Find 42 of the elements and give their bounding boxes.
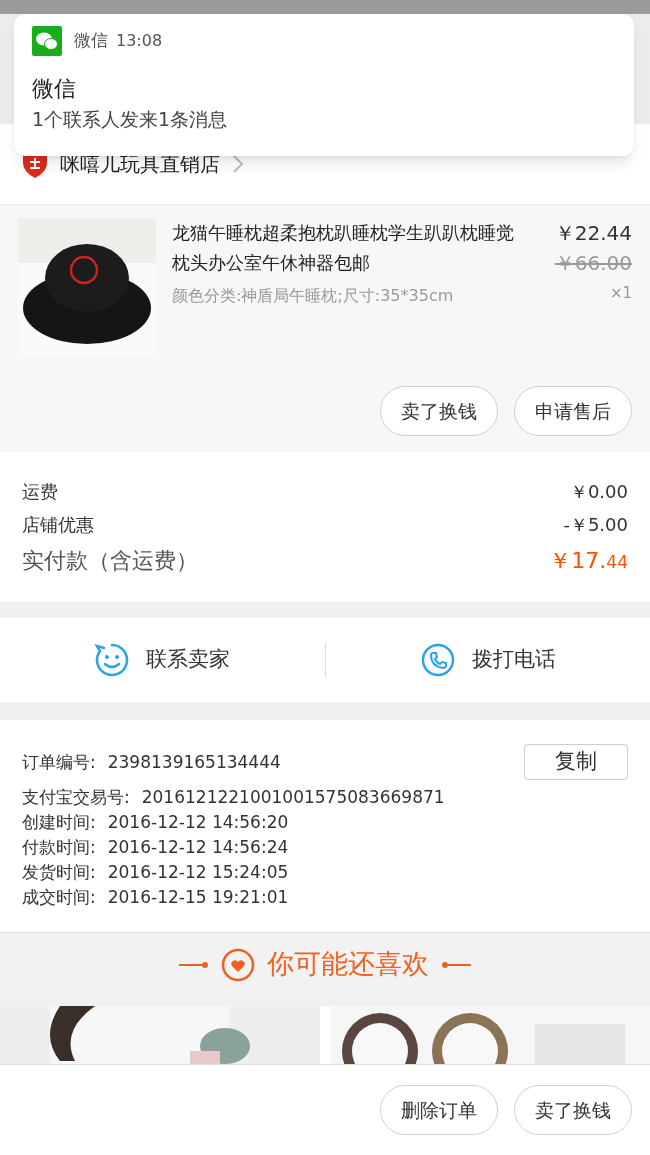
order-action-button[interactable]: 申请售后 — [514, 386, 632, 436]
bottom-action-button[interactable]: 删除订单 — [380, 1085, 498, 1135]
contact-button[interactable]: 联系卖家 — [94, 642, 231, 678]
quantity: ×1 — [609, 283, 632, 304]
original-price: ￥66.00 — [554, 250, 632, 277]
fee-value: -￥5.00 — [563, 513, 628, 537]
order-info-value: 2016-12-12 15:24:05 — [107, 861, 289, 884]
order-info-label: 付款时间: — [22, 836, 96, 859]
price: ￥22.44 — [554, 220, 632, 247]
order-info-label: 发货时间: — [22, 861, 96, 884]
notification-title: 微信 — [32, 75, 77, 103]
phone-icon — [419, 642, 456, 678]
order-info-value: 2016-12-12 14:56:20 — [107, 811, 289, 834]
order-info-label: 成交时间: — [22, 886, 96, 909]
order-info-value: 2016121221001001575083669871 — [141, 786, 445, 809]
product-title[interactable]: 龙猫午睡枕超柔抱枕趴睡枕学生趴趴枕睡觉枕头办公室午休神器包邮 — [172, 218, 530, 278]
notification-time: 13:08 — [116, 30, 163, 52]
notification-message: 1个联系人发来1条消息 — [32, 107, 229, 132]
bottom-action-button[interactable]: 卖了换钱 — [514, 1085, 632, 1135]
notification-app: 微信 — [74, 29, 108, 53]
product-spec: 颜色分类:神盾局午睡枕;尺寸:35*35cm — [172, 285, 455, 307]
fee-label: 实付款（含运费） — [22, 547, 198, 575]
fee-value: ￥0.00 — [569, 480, 628, 504]
order-info-label: 创建时间: — [22, 811, 96, 834]
notification-card[interactable]: 微信 13:08 微信 1个联系人发来1条消息 — [14, 14, 634, 156]
order-info-value: 2016-12-12 14:56:24 — [107, 836, 289, 859]
order-info-value: 2398139165134444 — [107, 751, 281, 774]
contact-button[interactable]: 拨打电话 — [419, 642, 556, 678]
fee-value: ￥17.44 — [549, 547, 628, 575]
chat-bubbles-icon — [32, 26, 62, 56]
order-info-value: 2016-12-15 19:21:01 — [107, 886, 289, 909]
smiley-chat-icon — [94, 642, 131, 678]
fee-label: 运费 — [22, 480, 58, 504]
dash-dot-icon — [441, 960, 471, 969]
copy-button[interactable]: 复制 — [524, 744, 628, 780]
recommend-title: 你可能还喜欢 — [267, 947, 429, 982]
order-info-label: 订单编号: — [22, 751, 96, 774]
order-action-button[interactable]: 卖了换钱 — [380, 386, 498, 436]
fee-label: 店铺优惠 — [22, 513, 94, 537]
order-info-label: 支付宝交易号: — [22, 786, 130, 809]
chevron-right-icon — [232, 154, 244, 174]
dash-dot-icon — [179, 960, 209, 969]
